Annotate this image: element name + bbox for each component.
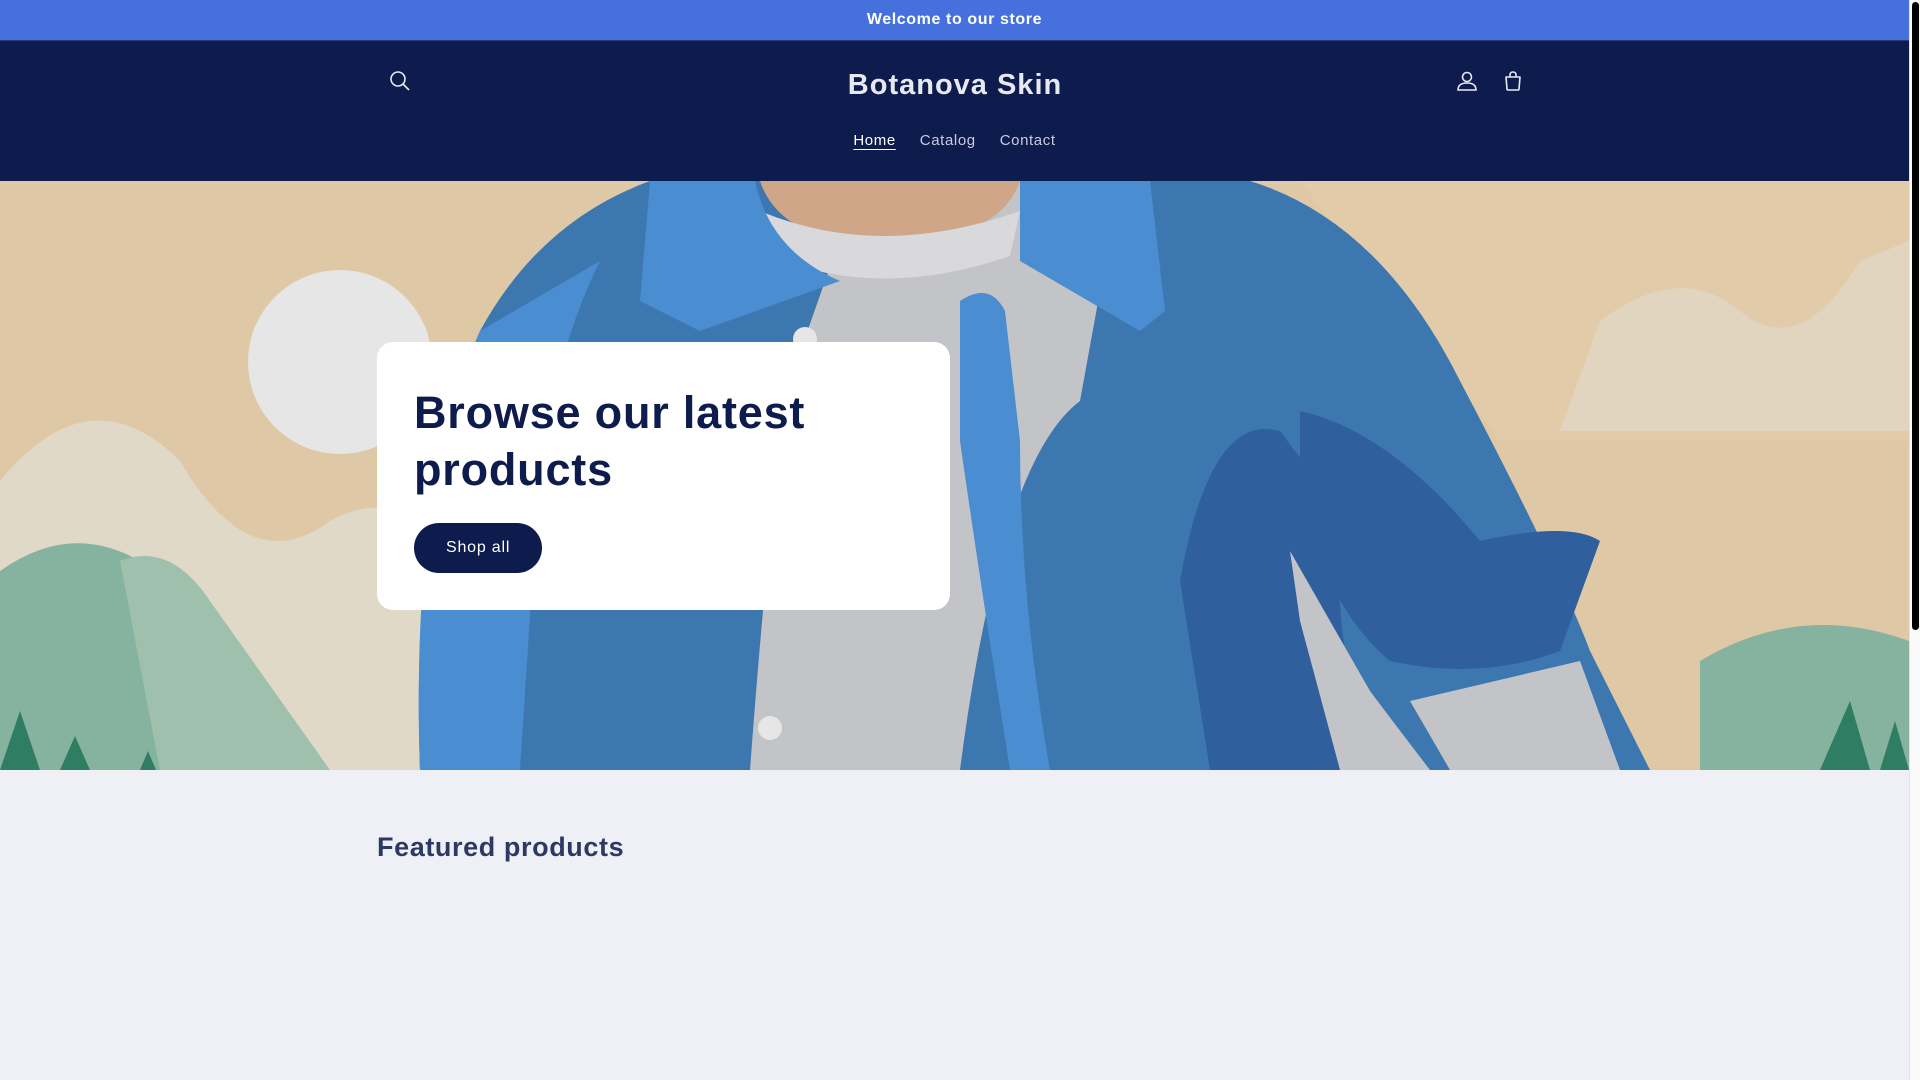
- search-icon: [389, 70, 411, 97]
- announcement-bar: Welcome to our store: [0, 0, 1909, 40]
- hero-title: Browse our latest products: [414, 387, 806, 495]
- account-icon: [1456, 70, 1478, 97]
- cart-button[interactable]: [1493, 63, 1533, 103]
- scrollbar-thumb[interactable]: [1912, 2, 1919, 630]
- featured-products-heading: Featured products: [377, 832, 625, 862]
- cart-icon: [1502, 70, 1524, 97]
- search-button[interactable]: [380, 63, 420, 103]
- page: Welcome to our store Botanova Skin Home …: [0, 0, 1909, 1080]
- nav-item-home[interactable]: Home: [841, 129, 907, 153]
- shop-all-button[interactable]: Shop all: [414, 523, 543, 573]
- account-button[interactable]: [1447, 63, 1487, 103]
- nav-item-contact[interactable]: Contact: [988, 129, 1068, 153]
- nav-item-catalog[interactable]: Catalog: [908, 129, 988, 153]
- hero-card: Browse our latest products Shop all: [377, 342, 950, 610]
- hero-banner: Browse our latest products Shop all: [0, 181, 1909, 770]
- announcement-text: Welcome to our store: [866, 11, 1043, 28]
- page-scrollbar[interactable]: [1909, 0, 1920, 1080]
- hero-illustration: [0, 181, 1909, 770]
- main-nav: Home Catalog Contact: [0, 129, 1909, 153]
- store-brand[interactable]: Botanova Skin: [755, 69, 1155, 102]
- site-header: Botanova Skin Home Catalog Contact: [0, 40, 1909, 181]
